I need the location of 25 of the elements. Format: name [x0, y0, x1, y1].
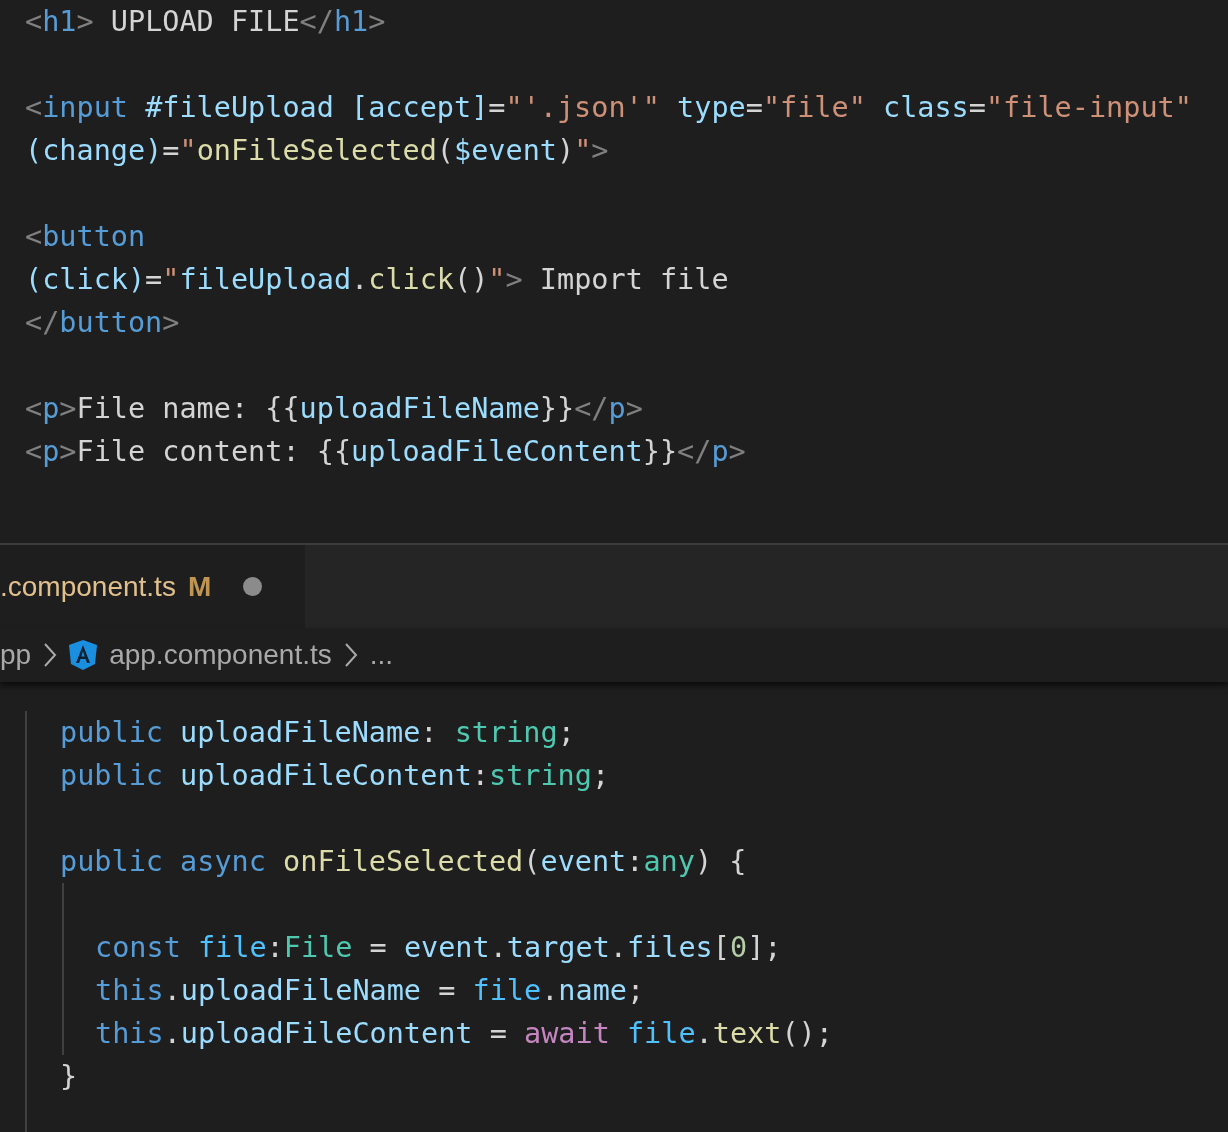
chevron-right-icon — [43, 642, 58, 668]
editor-tab[interactable]: .component.ts M — [0, 545, 305, 628]
angular-logo-icon — [69, 640, 98, 670]
unsaved-dot-icon[interactable] — [243, 577, 263, 596]
breadcrumb-item[interactable]: ... — [369, 639, 394, 671]
code-line: (click)="fileUpload.click()"> Import file — [25, 262, 729, 298]
code-line: <p>File name: {{uploadFileName}}</p> — [25, 391, 643, 427]
code-line: (change)="onFileSelected($event)"> — [25, 133, 609, 169]
code-line: this.uploadFileContent = await file.text(); — [95, 1016, 833, 1052]
code-line: <p>File content: {{uploadFileContent}}</p> — [25, 434, 746, 470]
chevron-right-icon — [343, 642, 358, 668]
code-line: <input #fileUpload [accept]="'.json'" type="file" class="file-input" — [25, 90, 1192, 126]
code-line: public uploadFileContent:string; — [60, 758, 610, 794]
code-line: <button — [25, 219, 146, 255]
git-status-letter: M — [187, 570, 212, 603]
breadcrumb-item[interactable]: pp — [0, 639, 32, 671]
tab-label: .component.ts — [0, 570, 176, 603]
code-line: public uploadFileName: string; — [60, 715, 575, 751]
code-line: public async onFileSelected(event:any) { — [60, 844, 747, 880]
breadcrumb-item[interactable]: app.component.ts — [109, 639, 332, 671]
code-line: const file:File = event.target.files[0]; — [95, 930, 782, 966]
code-line: <h1> UPLOAD FILE</h1> — [25, 4, 386, 40]
code-line: </button> — [25, 305, 180, 341]
code-line: this.uploadFileName = file.name; — [95, 973, 645, 1009]
code-line: } — [60, 1059, 78, 1095]
